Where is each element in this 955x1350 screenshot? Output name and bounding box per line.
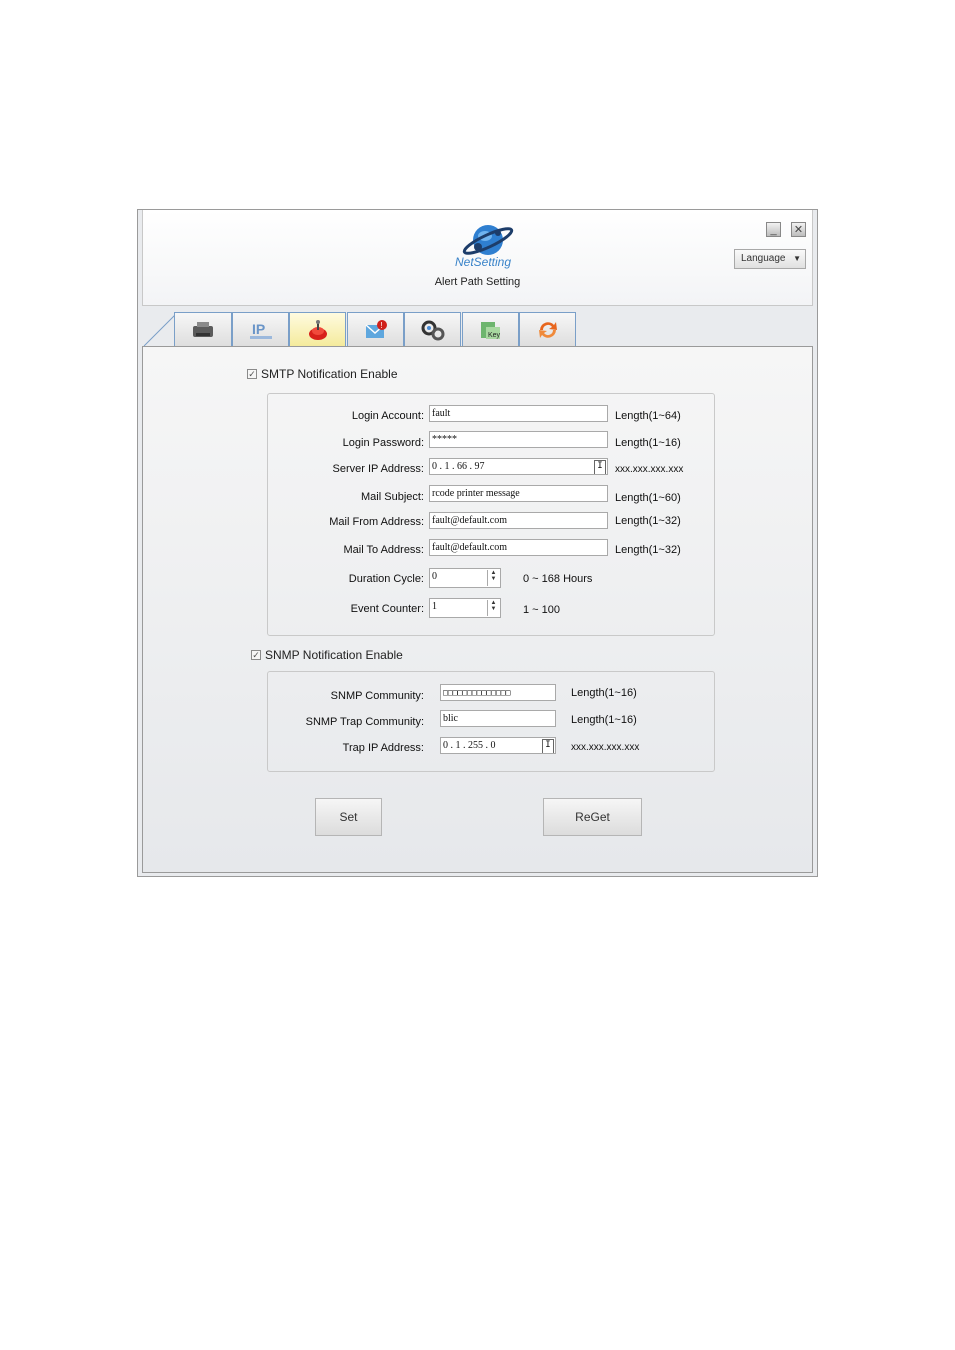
snmp-community-input[interactable]: □□□□□□□□□□□□□□: [440, 684, 556, 701]
svg-text:IP: IP: [252, 321, 265, 337]
svg-text:Key: Key: [488, 332, 501, 339]
event-counter-stepper[interactable]: 1 ▲ ▼: [429, 598, 501, 618]
minimize-icon: _: [770, 224, 777, 236]
tab-refresh[interactable]: [519, 312, 576, 346]
smtp-enable-checkbox[interactable]: ✓ SMTP Notification Enable: [247, 367, 398, 381]
language-dropdown[interactable]: Language ▼: [734, 249, 806, 269]
svg-text:!: !: [380, 321, 382, 330]
server-ip-value: 0 . 1 . 66 . 97: [432, 461, 485, 472]
login-account-hint: Length(1~64): [615, 410, 681, 422]
tab-mail-alert[interactable]: !: [347, 312, 404, 346]
duration-cycle-label: Duration Cycle:: [348, 573, 424, 585]
snmp-trap-community-label: SNMP Trap Community:: [305, 716, 424, 728]
snmp-enable-checkbox[interactable]: ✓ SNMP Notification Enable: [251, 648, 403, 662]
ip-network-icon: IP: [249, 321, 272, 339]
tab-bar: IP ! Key: [142, 312, 813, 347]
chevron-down-icon: ▼: [793, 254, 801, 263]
close-icon: ✕: [793, 224, 804, 236]
printer-icon: [193, 321, 213, 337]
server-ip-input[interactable]: 0 . 1 . 66 . 97 I: [429, 458, 608, 475]
spin-down-icon[interactable]: ▼: [488, 606, 499, 612]
settings-gears-icon: [421, 320, 444, 340]
login-password-hint: Length(1~16): [615, 437, 681, 449]
tab-settings[interactable]: [404, 312, 461, 346]
refresh-icon: [538, 321, 557, 338]
mail-subject-hint: Length(1~60): [615, 492, 681, 504]
mail-from-input[interactable]: fault@default.com: [429, 512, 608, 529]
event-counter-hint: 1 ~ 100: [523, 604, 561, 616]
event-counter-value: 1: [432, 601, 437, 612]
trap-ip-hint: xxx.xxx.xxx.xxx: [571, 742, 640, 753]
trap-ip-label: Trap IP Address:: [342, 742, 424, 754]
mail-alert-icon: !: [365, 319, 387, 338]
mail-to-label: Mail To Address:: [343, 544, 424, 556]
trap-ip-value: 0 . 1 . 255 . 0: [443, 740, 496, 751]
login-password-input[interactable]: *****: [429, 431, 608, 448]
snmp-community-label: SNMP Community:: [330, 690, 424, 702]
mail-from-hint: Length(1~32): [615, 515, 681, 527]
netsetting-window: NetSetting Alert Path Setting _ ✕ Langua…: [137, 209, 818, 877]
checkbox-checked-icon: ✓: [247, 369, 257, 379]
snmp-community-hint: Length(1~16): [571, 687, 637, 699]
snmp-trap-community-hint: Length(1~16): [571, 714, 637, 726]
mail-to-input[interactable]: fault@default.com: [429, 539, 608, 556]
app-logo-text: NetSetting: [455, 255, 512, 269]
snmp-enable-label: SNMP Notification Enable: [265, 648, 403, 662]
set-button[interactable]: Set: [315, 798, 382, 836]
duration-cycle-hint: 0 ~ 168 Hours: [523, 573, 593, 585]
mail-subject-input[interactable]: rcode printer message: [429, 485, 608, 502]
snmp-settings-group: SNMP Community: □□□□□□□□□□□□□□ Length(1~…: [267, 671, 715, 772]
event-counter-label: Event Counter:: [350, 603, 424, 615]
smtp-enable-label: SMTP Notification Enable: [261, 367, 398, 381]
duration-cycle-spinner[interactable]: ▲ ▼: [487, 570, 499, 586]
server-ip-label: Server IP Address:: [332, 463, 424, 475]
mail-to-hint: Length(1~32): [615, 544, 681, 556]
checkbox-checked-icon: ✓: [251, 650, 261, 660]
duration-cycle-value: 0: [432, 571, 437, 582]
duration-cycle-stepper[interactable]: 0 ▲ ▼: [429, 568, 501, 588]
app-header: NetSetting Alert Path Setting _ ✕ Langua…: [142, 210, 813, 306]
alert-path-panel: ✓ SMTP Notification Enable Login Account…: [142, 346, 813, 873]
alert-path-icon: [308, 320, 327, 340]
minimize-button[interactable]: _: [766, 222, 781, 237]
server-ip-hint: xxx.xxx.xxx.xxx: [615, 464, 684, 475]
event-counter-spinner[interactable]: ▲ ▼: [487, 600, 499, 616]
login-account-input[interactable]: fault: [429, 405, 608, 422]
trap-ip-input[interactable]: 0 . 1 . 255 . 0 I: [440, 737, 556, 754]
reget-button[interactable]: ReGet: [543, 798, 642, 836]
mail-from-label: Mail From Address:: [329, 516, 424, 528]
smtp-settings-group: Login Account: fault Length(1~64) Login …: [267, 393, 715, 636]
language-label: Language: [741, 253, 786, 264]
tab-ip-network[interactable]: IP: [232, 312, 289, 346]
ip-picker-button[interactable]: I: [542, 739, 554, 753]
snmp-trap-community-input[interactable]: blic: [440, 710, 556, 727]
tab-key[interactable]: Key: [462, 312, 519, 346]
page-title: Alert Path Setting: [434, 276, 521, 288]
ip-picker-button[interactable]: I: [594, 460, 606, 474]
tab-alert-path[interactable]: [289, 312, 346, 347]
close-button[interactable]: ✕: [791, 222, 806, 237]
mail-subject-label: Mail Subject:: [361, 491, 424, 503]
key-icon: Key: [480, 321, 501, 339]
login-password-label: Login Password:: [342, 437, 424, 449]
login-account-label: Login Account:: [351, 410, 424, 422]
spin-down-icon[interactable]: ▼: [488, 576, 499, 582]
tab-printer[interactable]: [174, 312, 232, 346]
